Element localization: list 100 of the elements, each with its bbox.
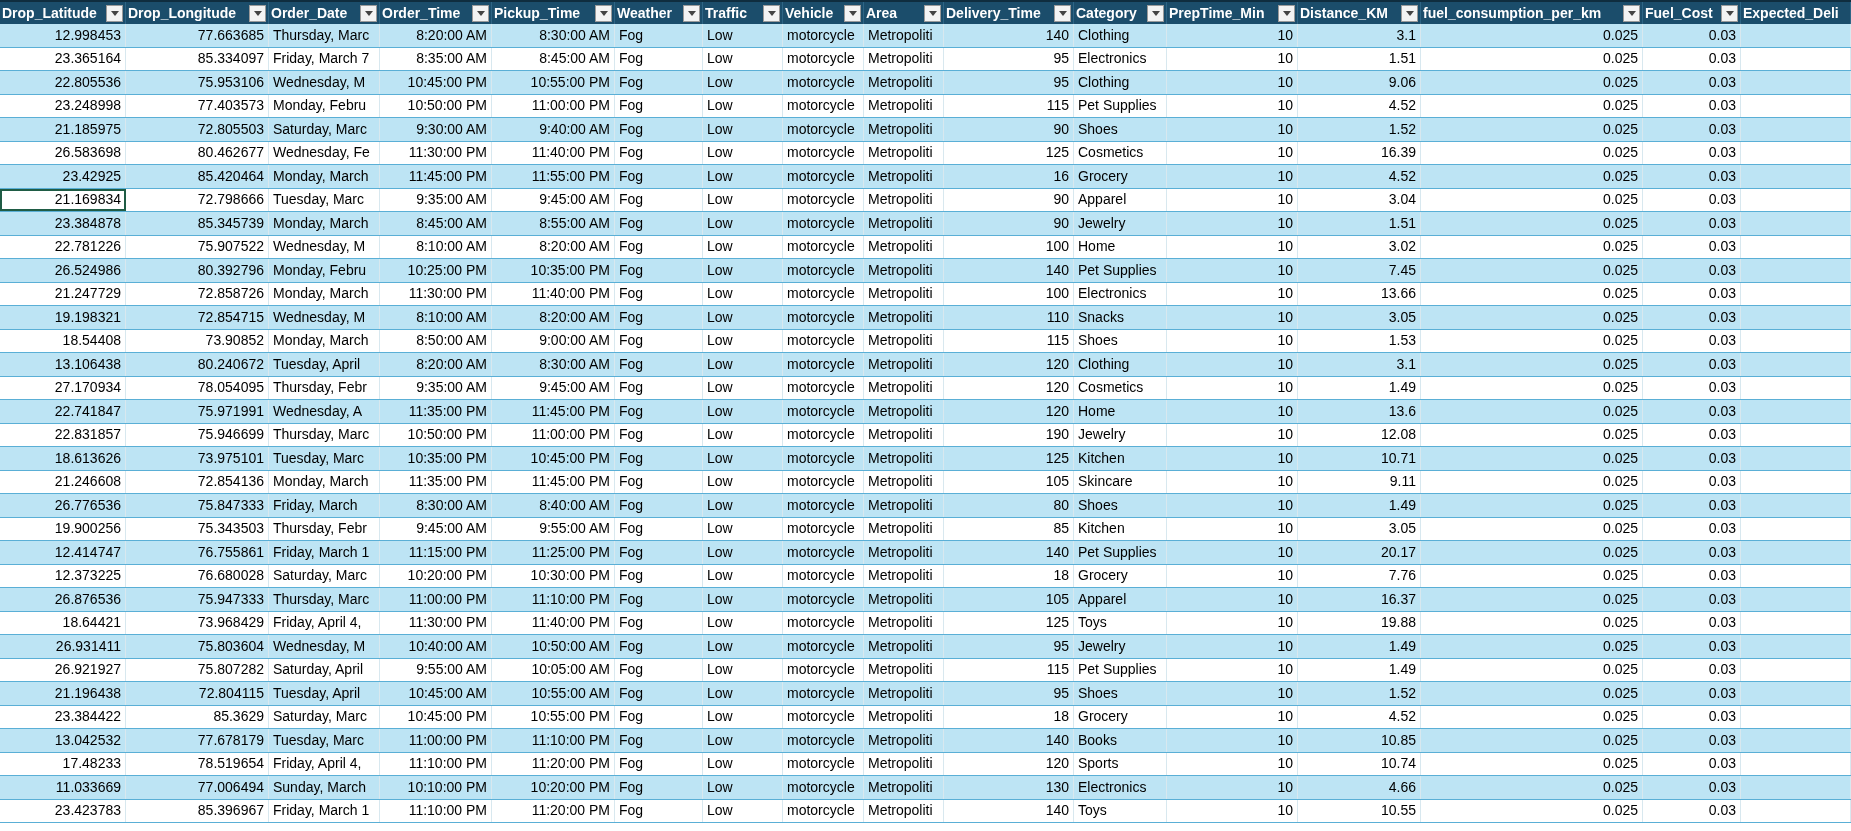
table-cell: 0.03 (1643, 447, 1741, 470)
table-cell: Fog (615, 729, 703, 752)
table-cell: 90 (944, 118, 1074, 141)
table-cell: 16 (944, 165, 1074, 188)
caret-icon (253, 10, 262, 16)
table-cell: 78.054095 (126, 376, 269, 399)
table-cell: Metropoliti (864, 141, 944, 164)
table-cell: 3.02 (1298, 235, 1421, 258)
table-cell: 10 (1167, 658, 1298, 681)
filter-button[interactable] (683, 4, 700, 22)
table-cell: Fog (615, 376, 703, 399)
filter-button[interactable] (360, 4, 377, 22)
table-cell: Fog (615, 306, 703, 329)
table-cell: Wednesday, M (269, 635, 380, 658)
table-cell: motorcycle (783, 212, 864, 235)
table-cell: Fog (615, 141, 703, 164)
filter-button[interactable] (1054, 4, 1071, 22)
table-cell: 7.76 (1298, 564, 1421, 587)
table-cell: 11:00:00 PM (380, 588, 492, 611)
table-cell: Shoes (1074, 329, 1167, 352)
table-cell: 10:45:00 PM (380, 71, 492, 94)
table-cell: Fog (615, 329, 703, 352)
table-cell: Low (703, 188, 783, 211)
table-cell: 26.524986 (0, 259, 126, 282)
table-cell: Cosmetics (1074, 141, 1167, 164)
table-cell: 9:35:00 AM (380, 376, 492, 399)
table-cell: 12.998453 (0, 24, 126, 47)
table-cell: 4.52 (1298, 705, 1421, 728)
filter-button[interactable] (595, 4, 612, 22)
caret-icon (928, 10, 937, 16)
table-cell: 9:35:00 AM (380, 188, 492, 211)
table-cell: Saturday, April (269, 658, 380, 681)
table-cell: 18 (944, 564, 1074, 587)
caret-icon (364, 10, 373, 16)
table-cell: Low (703, 588, 783, 611)
table-cell: 0.03 (1643, 235, 1741, 258)
table-cell: 0.03 (1643, 71, 1741, 94)
table-cell: Saturday, Marc (269, 118, 380, 141)
table-cell: 0.03 (1643, 165, 1741, 188)
table-cell: Metropoliti (864, 447, 944, 470)
filter-button[interactable] (1721, 4, 1738, 22)
table-cell: 10:30:00 PM (492, 564, 615, 587)
table-cell: 75.807282 (126, 658, 269, 681)
table-cell: motorcycle (783, 329, 864, 352)
table-cell: 9:45:00 AM (492, 188, 615, 211)
caret-icon (848, 10, 857, 16)
table-cell: 125 (944, 141, 1074, 164)
table-cell: 0.025 (1421, 494, 1643, 517)
filter-button[interactable] (844, 4, 861, 22)
filter-button[interactable] (1147, 4, 1164, 22)
table-cell: Grocery (1074, 165, 1167, 188)
table-cell: 11:00:00 PM (492, 94, 615, 117)
table-cell: 23.365164 (0, 47, 126, 70)
table-cell: 10 (1167, 71, 1298, 94)
filter-button[interactable] (763, 4, 780, 22)
table-cell: Snacks (1074, 306, 1167, 329)
table-cell: Friday, March (269, 494, 380, 517)
column-label: Distance_KM (1300, 3, 1388, 23)
table-cell: Electronics (1074, 47, 1167, 70)
table-cell: Monday, March (269, 282, 380, 305)
table-cell: Metropoliti (864, 799, 944, 822)
filter-button[interactable] (472, 4, 489, 22)
filter-button[interactable] (1401, 4, 1418, 22)
table-cell: Low (703, 165, 783, 188)
table-cell: Fog (615, 353, 703, 376)
filter-button[interactable] (1623, 4, 1640, 22)
table-cell: 0.03 (1643, 282, 1741, 305)
table-cell: motorcycle (783, 306, 864, 329)
table-cell: 76.755861 (126, 541, 269, 564)
column-label: Drop_Longitude (128, 3, 237, 23)
table-cell: 1.49 (1298, 494, 1421, 517)
table-cell: Jewelry (1074, 635, 1167, 658)
table-cell: Metropoliti (864, 611, 944, 634)
table-cell: 19.198321 (0, 306, 126, 329)
table-cell: 85.345739 (126, 212, 269, 235)
table-cell: 0.03 (1643, 564, 1741, 587)
table-cell: 95 (944, 635, 1074, 658)
table-cell: 10.71 (1298, 447, 1421, 470)
table-cell: Low (703, 71, 783, 94)
table-cell: Monday, Febru (269, 259, 380, 282)
table-cell: 11.033669 (0, 776, 126, 799)
table-cell: Metropoliti (864, 588, 944, 611)
filter-button[interactable] (924, 4, 941, 22)
table-cell: 11:20:00 PM (492, 752, 615, 775)
table-cell: Low (703, 799, 783, 822)
filter-button[interactable] (249, 4, 266, 22)
filter-button[interactable] (1278, 4, 1295, 22)
table-cell: Fog (615, 423, 703, 446)
table-cell: 95 (944, 682, 1074, 705)
filter-button[interactable] (106, 4, 123, 22)
table-cell: Saturday, Marc (269, 705, 380, 728)
table-cell: 10 (1167, 353, 1298, 376)
table-cell: Toys (1074, 611, 1167, 634)
table-cell: Sports (1074, 752, 1167, 775)
table-cell: 72.854136 (126, 470, 269, 493)
table-cell: Shoes (1074, 118, 1167, 141)
table-cell: Low (703, 564, 783, 587)
table-cell: 8:45:00 AM (380, 212, 492, 235)
table-cell: Low (703, 776, 783, 799)
table-cell: 120 (944, 752, 1074, 775)
